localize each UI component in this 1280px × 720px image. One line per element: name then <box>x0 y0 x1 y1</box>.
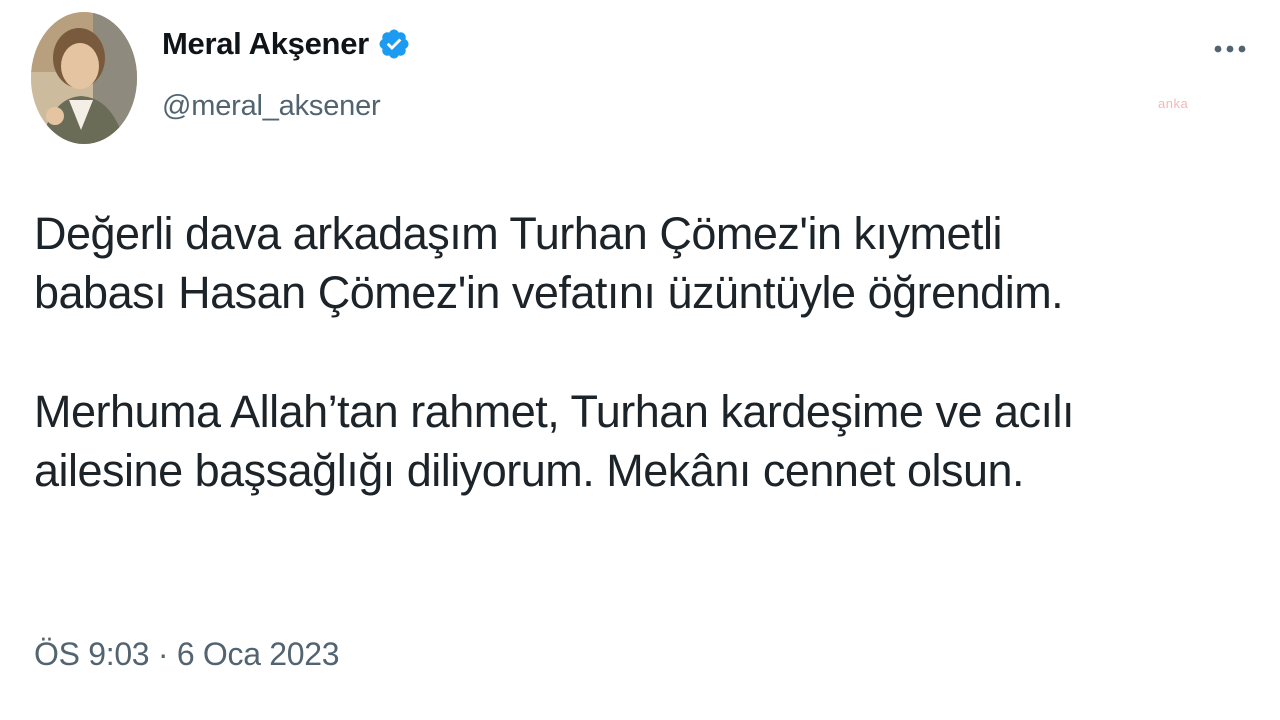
avatar[interactable] <box>31 12 137 144</box>
tweet-paragraph-2: Merhuma Allah’tan rahmet, Turhan kardeşi… <box>34 386 1075 496</box>
author-name-text: Meral Akşener <box>162 26 369 61</box>
tweet-card: Meral Akşener @meral_aksener anka Değerl… <box>0 0 1280 720</box>
author-handle[interactable]: @meral_aksener <box>162 90 381 123</box>
tweet-text: Değerli dava arkadaşım Turhan Çömez'in k… <box>34 204 1234 500</box>
author-name[interactable]: Meral Akşener <box>162 26 411 62</box>
tweet-paragraph-1: Değerli dava arkadaşım Turhan Çömez'in k… <box>34 208 1064 318</box>
more-options-button[interactable] <box>1208 34 1252 64</box>
tweet-timestamp[interactable]: ÖS 9:03 · 6 Oca 2023 <box>34 636 340 673</box>
avatar-photo <box>31 12 137 144</box>
more-horizontal-icon <box>1214 45 1246 53</box>
verified-badge-icon <box>377 27 411 61</box>
watermark: anka <box>1158 96 1189 111</box>
